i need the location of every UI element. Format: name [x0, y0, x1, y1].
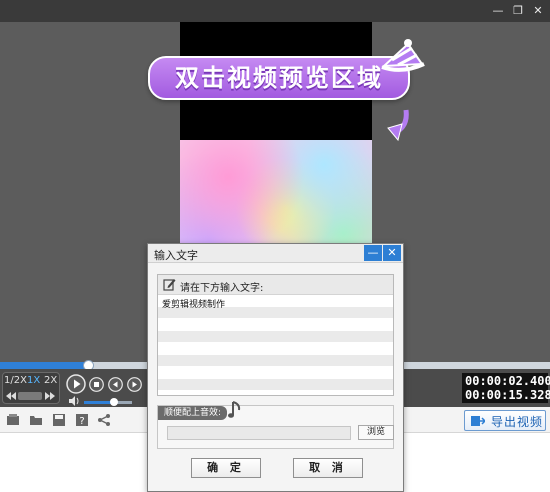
text-entry-area[interactable]: 爱剪辑视频制作: [158, 295, 393, 395]
open-folder-icon[interactable]: [29, 413, 43, 427]
volume-slider[interactable]: [84, 398, 132, 406]
text-entry-panel: 请在下方输入文字: 爱剪辑视频制作: [157, 274, 394, 396]
dialog-minimize-icon[interactable]: —: [364, 245, 382, 261]
text-line: [158, 367, 393, 379]
music-note-icon: [228, 401, 241, 418]
rewind-icon[interactable]: [6, 391, 16, 401]
sound-effect-panel: 顺便配上音效: 浏览: [157, 401, 394, 449]
fast-forward-icon[interactable]: [45, 391, 55, 401]
jog-slider[interactable]: [18, 392, 42, 400]
text-entry-label: 请在下方输入文字:: [180, 283, 264, 294]
save-icon[interactable]: [52, 413, 66, 427]
dialog-title: 输入文字: [154, 249, 198, 262]
party-hat-icon: [381, 39, 425, 72]
time-display: 00:00:02.400 00:00:15.328: [462, 373, 550, 403]
text-line: [158, 343, 393, 355]
preview-hint-banner: 双击视频预览区域: [148, 56, 410, 100]
text-input-value[interactable]: 爱剪辑视频制作: [162, 297, 225, 310]
minimize-icon[interactable]: —: [490, 3, 506, 19]
export-video-button[interactable]: 导出视频: [464, 410, 546, 431]
export-icon: [471, 416, 485, 426]
cancel-button[interactable]: 取 消: [293, 458, 363, 478]
current-time: 00:00:02.400: [465, 374, 550, 388]
text-line: [158, 355, 393, 367]
sound-effect-label: 顺便配上音效:: [158, 406, 228, 420]
sound-file-path-field[interactable]: [167, 426, 351, 440]
total-time: 00:00:15.328: [465, 388, 550, 402]
dialog-titlebar[interactable]: 输入文字 — ✕: [148, 244, 403, 263]
prev-frame-icon[interactable]: [108, 377, 123, 392]
text-input-dialog: 输入文字 — ✕ 请在下方输入文字: 爱剪辑视频制作 顺便配上音效: 浏览 确 …: [147, 243, 404, 492]
speed-double[interactable]: 2X: [44, 375, 57, 389]
window-titlebar: — ❐ ✕: [0, 0, 550, 22]
progress-fill: [0, 362, 88, 369]
volume-handle[interactable]: [109, 398, 118, 406]
volume-icon[interactable]: [69, 396, 80, 406]
hint-arrow-icon: [387, 109, 409, 142]
share-icon[interactable]: [97, 413, 111, 427]
browse-button[interactable]: 浏览: [358, 425, 394, 440]
restore-icon[interactable]: ❐: [510, 3, 526, 19]
speed-normal[interactable]: 1X: [27, 375, 40, 389]
new-file-icon[interactable]: [6, 413, 20, 427]
dialog-close-icon[interactable]: ✕: [383, 245, 401, 261]
text-line: [158, 331, 393, 343]
text-line: [158, 319, 393, 331]
confirm-button[interactable]: 确 定: [191, 458, 261, 478]
stop-icon[interactable]: [89, 377, 104, 392]
close-icon[interactable]: ✕: [530, 3, 546, 19]
pen-icon: [163, 279, 176, 291]
text-entry-header: 请在下方输入文字:: [158, 275, 393, 295]
text-line: [158, 379, 393, 391]
speed-half[interactable]: 1/2X: [4, 375, 27, 389]
export-video-label: 导出视频: [491, 415, 544, 429]
next-frame-icon[interactable]: [127, 377, 142, 392]
help-icon[interactable]: ?: [75, 413, 89, 427]
play-icon[interactable]: [66, 374, 86, 394]
svg-text:?: ?: [79, 416, 84, 427]
